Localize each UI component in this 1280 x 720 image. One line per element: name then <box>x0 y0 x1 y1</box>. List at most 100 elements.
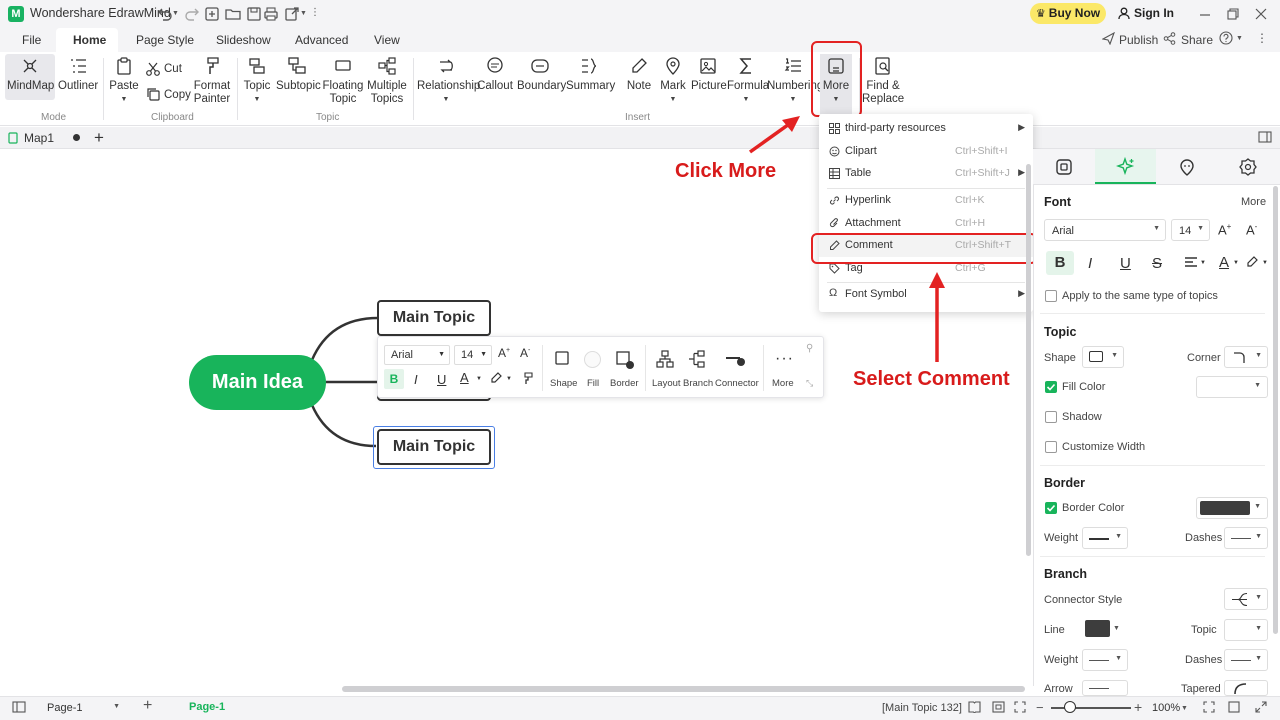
fill-color-checkbox[interactable] <box>1045 381 1057 393</box>
help-icon[interactable] <box>1219 31 1233 45</box>
font-color-icon[interactable]: A <box>1219 254 1229 271</box>
more-options-icon[interactable]: ⋮ <box>1256 31 1268 45</box>
horizontal-scrollbar[interactable] <box>342 686 1025 692</box>
publish-button[interactable]: Publish <box>1119 33 1158 47</box>
shadow-checkbox[interactable] <box>1045 411 1057 423</box>
italic-button[interactable]: I <box>1088 255 1092 272</box>
paperclip-icon <box>829 218 838 228</box>
book-view-icon[interactable] <box>968 701 981 713</box>
menu-item-table[interactable]: Table Ctrl+Shift+J ▶ <box>819 163 1033 185</box>
sign-in-button[interactable]: Sign In <box>1134 6 1174 20</box>
apply-same-checkbox[interactable] <box>1045 290 1057 302</box>
tapered-select[interactable] <box>1224 680 1268 696</box>
menu-item-third-party-resources[interactable]: third-party resources ▶ <box>819 118 1033 140</box>
vertical-scrollbar[interactable] <box>1026 164 1031 556</box>
zoom-out-icon[interactable]: − <box>1036 700 1044 715</box>
sidebar-toggle-icon[interactable] <box>12 701 26 713</box>
border-dashes-select[interactable]: ▼ <box>1224 527 1268 549</box>
customize-width-checkbox[interactable] <box>1045 441 1057 453</box>
help-dropdown-icon[interactable]: ▼ <box>1236 35 1243 42</box>
presentation-icon[interactable] <box>1228 701 1240 713</box>
branch-dashes-select[interactable]: ▼ <box>1224 649 1268 671</box>
expand-icon[interactable] <box>1255 701 1267 713</box>
chevron-down-icon[interactable]: ▼ <box>1181 705 1188 712</box>
restore-icon[interactable] <box>1224 5 1242 23</box>
corner-select[interactable]: ▼ <box>1224 346 1268 368</box>
chevron-down-icon[interactable]: ▼ <box>476 376 482 382</box>
shape-select[interactable]: ▼ <box>1082 346 1124 368</box>
float-highlight-icon[interactable] <box>489 371 503 385</box>
minimize-icon[interactable] <box>1196 5 1214 23</box>
zoom-in-icon[interactable]: + <box>1134 699 1142 715</box>
panel-scrollbar[interactable] <box>1273 186 1278 634</box>
float-connector-icon[interactable] <box>724 352 746 368</box>
float-size-select[interactable]: 14 ▼ <box>454 345 492 365</box>
float-branch-icon[interactable] <box>687 350 705 368</box>
menu-item-attachment[interactable]: Attachment Ctrl+H <box>819 213 1033 235</box>
strikethrough-icon[interactable]: S <box>1152 255 1162 272</box>
chevron-down-icon[interactable]: ▼ <box>1233 260 1239 266</box>
border-weight-select[interactable]: ▼ <box>1082 527 1128 549</box>
menu-item-hyperlink[interactable]: Hyperlink Ctrl+K <box>819 190 1033 212</box>
fill-color-select[interactable]: ▼ <box>1196 376 1268 398</box>
main-topic-node-1[interactable]: Main Topic <box>377 300 491 336</box>
close-icon[interactable] <box>1252 5 1270 23</box>
border-color-select[interactable]: ▼ <box>1196 497 1268 519</box>
fit-page-icon[interactable] <box>992 701 1005 713</box>
float-fill-swatch[interactable] <box>584 351 601 368</box>
main-topic-node-2[interactable]: Main Topic <box>377 429 491 465</box>
align-icon[interactable] <box>1184 256 1198 269</box>
add-page-icon[interactable]: + <box>143 697 152 715</box>
collapse-icon[interactable]: ⤡ <box>806 378 813 389</box>
tab-style-sparkle-icon[interactable] <box>1116 157 1136 177</box>
fit-screen-icon[interactable] <box>1203 701 1215 713</box>
highlight-icon[interactable] <box>1246 256 1258 268</box>
float-layout-icon[interactable] <box>656 350 674 368</box>
tab-mark-icon[interactable] <box>1178 158 1196 176</box>
font-size-select[interactable]: 14 ▼ <box>1171 219 1210 241</box>
page-select[interactable]: Page-1 ▼ <box>40 699 124 717</box>
float-border-icon[interactable] <box>615 350 635 370</box>
shrink-font-icon[interactable]: A- <box>1246 222 1257 237</box>
share-button[interactable]: Share <box>1181 33 1213 47</box>
float-text-color-button[interactable]: A <box>460 370 469 385</box>
zoom-slider-handle[interactable] <box>1064 701 1076 713</box>
buy-now-button[interactable]: ♛ Buy Now <box>1030 3 1106 24</box>
float-bold-button[interactable]: B <box>384 369 404 389</box>
main-idea-node[interactable]: Main Idea <box>189 355 326 410</box>
float-more-icon[interactable]: ··· <box>775 350 794 368</box>
line-color-swatch[interactable] <box>1085 620 1110 637</box>
menu-item-label: third-party resources <box>845 122 946 134</box>
float-format-painter-icon[interactable] <box>520 371 534 385</box>
underline-button[interactable]: U <box>1120 255 1131 272</box>
chevron-down-icon[interactable]: ▼ <box>1200 260 1206 266</box>
grow-font-icon[interactable]: A+ <box>1218 222 1231 237</box>
tab-theme-icon[interactable] <box>1239 158 1257 176</box>
arrow-select[interactable] <box>1082 680 1128 696</box>
fullscreen-icon[interactable] <box>1014 701 1026 713</box>
panel-separator <box>1040 556 1265 557</box>
line-topic-select[interactable]: ▼ <box>1224 619 1268 641</box>
chevron-down-icon[interactable]: ▼ <box>1113 625 1120 632</box>
tab-page-format-icon[interactable] <box>1055 158 1073 176</box>
bold-button[interactable]: B <box>1046 251 1074 275</box>
pin-icon[interactable]: ⚲ <box>806 343 813 354</box>
float-font-select[interactable]: Arial ▼ <box>384 345 450 365</box>
font-more-link[interactable]: More <box>1241 196 1266 208</box>
connector-style-select[interactable]: ▼ <box>1224 588 1268 610</box>
page-tab-active[interactable]: Page-1 <box>189 701 225 713</box>
float-shrink-font-icon[interactable]: A- <box>520 346 530 360</box>
zoom-slider-track[interactable] <box>1051 707 1131 709</box>
float-underline-button[interactable]: U <box>437 372 446 387</box>
border-color-checkbox[interactable] <box>1045 502 1057 514</box>
float-shape-icon[interactable] <box>554 350 572 366</box>
branch-weight-select[interactable]: ▼ <box>1082 649 1128 671</box>
panel-toggle-icon[interactable] <box>1258 131 1272 143</box>
font-family-select[interactable]: Arial ▼ <box>1044 219 1166 241</box>
zoom-value[interactable]: 100% <box>1152 702 1180 714</box>
menu-item-clipart[interactable]: Clipart Ctrl+Shift+I <box>819 141 1033 163</box>
chevron-down-icon[interactable]: ▼ <box>506 376 512 382</box>
float-italic-button[interactable]: I <box>414 372 418 387</box>
float-grow-font-icon[interactable]: A+ <box>498 346 510 360</box>
chevron-down-icon[interactable]: ▼ <box>1262 260 1268 266</box>
